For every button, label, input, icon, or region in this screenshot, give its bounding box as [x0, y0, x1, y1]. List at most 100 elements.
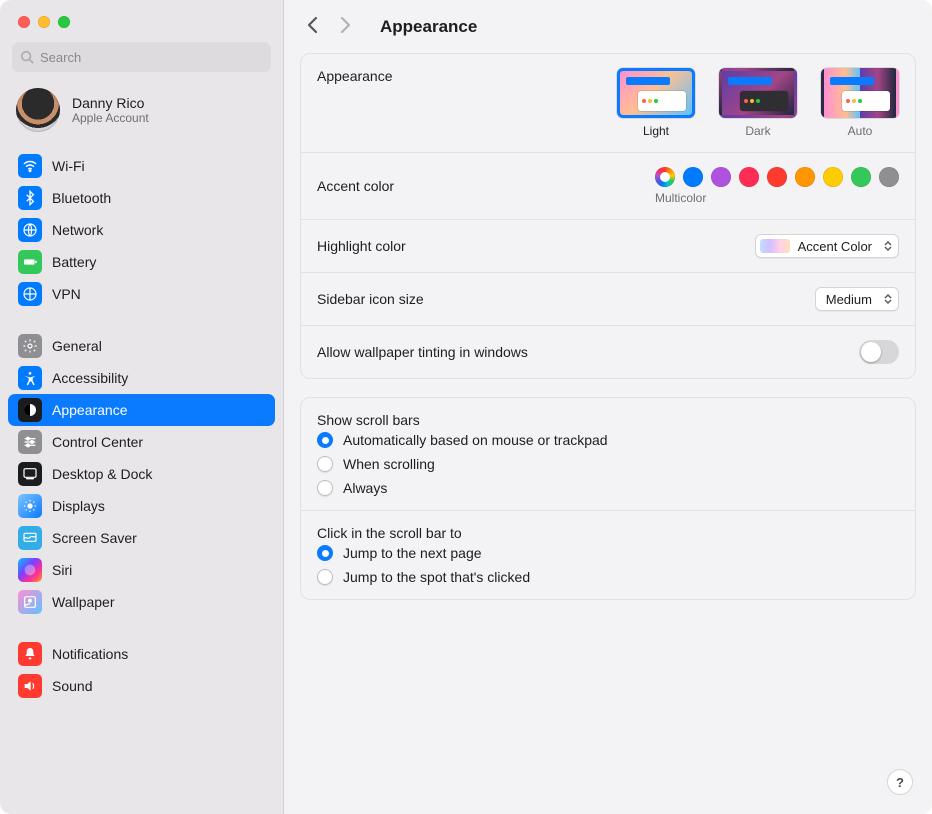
display-icon: [18, 494, 42, 518]
sidebar-item-siri[interactable]: Siri: [8, 554, 275, 586]
wallpaper-tinting-toggle[interactable]: [859, 340, 899, 364]
wallpaper-tinting-label: Allow wallpaper tinting in windows: [317, 344, 528, 360]
appearance-mode-auto[interactable]: Auto: [821, 68, 899, 138]
appearance-label: Appearance: [317, 68, 393, 84]
sidebar-item-label: Bluetooth: [52, 190, 111, 206]
scroll-click-label: Click in the scroll bar to: [317, 525, 899, 541]
sidebar-item-label: Notifications: [52, 646, 128, 662]
radio-label: Jump to the spot that's clicked: [343, 569, 530, 585]
scroll-bars-options-option[interactable]: Automatically based on mouse or trackpad: [317, 432, 899, 448]
sidebar-item-screen-saver[interactable]: Screen Saver: [8, 522, 275, 554]
sidebar-item-appearance[interactable]: Appearance: [8, 394, 275, 426]
accessibility-icon: [18, 366, 42, 390]
sidebar-item-sound[interactable]: Sound: [8, 670, 275, 702]
sidebar: Danny Rico Apple Account Wi-Fi Bluetooth N…: [0, 0, 284, 814]
topbar: Appearance: [284, 0, 932, 49]
accent-swatch-graphite[interactable]: [879, 167, 899, 187]
sidebar-item-battery[interactable]: Battery: [8, 246, 275, 278]
sidebar-item-label: Battery: [52, 254, 96, 270]
radio-dot-icon: [317, 432, 333, 448]
sidebar-item-displays[interactable]: Displays: [8, 490, 275, 522]
sidebar-item-network[interactable]: Network: [8, 214, 275, 246]
wallpaper-tinting-row: Allow wallpaper tinting in windows: [301, 326, 915, 378]
sidebar-item-label: Wallpaper: [52, 594, 115, 610]
appearance-thumb-icon: [617, 68, 695, 118]
accent-swatch-red[interactable]: [767, 167, 787, 187]
highlight-color-value: Accent Color: [798, 239, 872, 254]
window-close-button[interactable]: [18, 16, 30, 28]
accent-swatch-purple[interactable]: [711, 167, 731, 187]
sidebar-icon-size-row: Sidebar icon size Medium: [301, 273, 915, 326]
account-subtitle: Apple Account: [72, 111, 149, 125]
vpn-icon: [18, 282, 42, 306]
help-button[interactable]: ?: [888, 770, 912, 794]
sidebar-item-vpn[interactable]: VPN: [8, 278, 275, 310]
accent-selected-name: Multicolor: [655, 191, 706, 205]
appearance-mode-dark[interactable]: Dark: [719, 68, 797, 138]
sidebar-item-label: Displays: [52, 498, 105, 514]
bell-icon: [18, 642, 42, 666]
bluetooth-icon: [18, 186, 42, 210]
radio-label: Automatically based on mouse or trackpad: [343, 432, 608, 448]
sidebar-item-label: Desktop & Dock: [52, 466, 152, 482]
sidebar-icon-size-select[interactable]: Medium: [815, 287, 899, 311]
sidebar-item-accessibility[interactable]: Accessibility: [8, 362, 275, 394]
appearance-mode-label: Auto: [848, 124, 873, 138]
sidebar-item-bluetooth[interactable]: Bluetooth: [8, 182, 275, 214]
accent-color-label: Accent color: [317, 178, 394, 194]
search-input[interactable]: [40, 50, 263, 65]
dropdown-stepper-icon: [884, 294, 892, 304]
highlight-color-select[interactable]: Accent Color: [755, 234, 899, 258]
radio-label: Always: [343, 480, 387, 496]
dock-icon: [18, 462, 42, 486]
avatar: [16, 88, 60, 132]
sidebar-item-label: Sound: [52, 678, 92, 694]
accent-swatch-yellow[interactable]: [823, 167, 843, 187]
search-field[interactable]: [12, 42, 271, 72]
sidebar-item-label: Control Center: [52, 434, 143, 450]
radio-dot-icon: [317, 569, 333, 585]
appearance-thumb-icon: [719, 68, 797, 118]
scroll-bars-options-option[interactable]: Always: [317, 480, 899, 496]
nav-forward-button[interactable]: [338, 16, 352, 37]
sidebar-item-label: Wi-Fi: [52, 158, 85, 174]
accent-color-row: Accent color Multicolor: [301, 153, 915, 220]
scroll-panel: Show scroll bars Automatically based on …: [300, 397, 916, 600]
sidebar-item-label: Appearance: [52, 402, 128, 418]
appearance-mode-light[interactable]: Light: [617, 68, 695, 138]
gear-icon: [18, 334, 42, 358]
accent-swatch-pink[interactable]: [739, 167, 759, 187]
accent-swatch-green[interactable]: [851, 167, 871, 187]
scroll-bars-options-option[interactable]: When scrolling: [317, 456, 899, 472]
screensaver-icon: [18, 526, 42, 550]
scroll-bars-row: Show scroll bars Automatically based on …: [301, 398, 915, 511]
appearance-thumb-icon: [821, 68, 899, 118]
scroll-click-options-option[interactable]: Jump to the next page: [317, 545, 899, 561]
highlight-color-label: Highlight color: [317, 238, 406, 254]
sidebar-item-label: Screen Saver: [52, 530, 137, 546]
window-minimize-button[interactable]: [38, 16, 50, 28]
sidebar-item-control-center[interactable]: Control Center: [8, 426, 275, 458]
window-zoom-button[interactable]: [58, 16, 70, 28]
speaker-icon: [18, 674, 42, 698]
sidebar-item-notifications[interactable]: Notifications: [8, 638, 275, 670]
nav-back-button[interactable]: [306, 16, 320, 37]
scroll-click-options-option[interactable]: Jump to the spot that's clicked: [317, 569, 899, 585]
accent-swatch-blue[interactable]: [683, 167, 703, 187]
page-title: Appearance: [380, 17, 477, 37]
highlight-color-row: Highlight color Accent Color: [301, 220, 915, 273]
sidebar-item-desktop-dock[interactable]: Desktop & Dock: [8, 458, 275, 490]
radio-dot-icon: [317, 480, 333, 496]
sliders-icon: [18, 430, 42, 454]
accent-swatch-multicolor[interactable]: [655, 167, 675, 187]
sidebar-item-wi-fi[interactable]: Wi-Fi: [8, 150, 275, 182]
apple-account-row[interactable]: Danny Rico Apple Account: [0, 82, 283, 146]
dropdown-stepper-icon: [884, 241, 892, 251]
wifi-icon: [18, 154, 42, 178]
sidebar-item-general[interactable]: General: [8, 330, 275, 362]
sidebar-item-label: Siri: [52, 562, 72, 578]
search-icon: [20, 50, 34, 64]
sidebar-item-wallpaper[interactable]: Wallpaper: [8, 586, 275, 618]
accent-swatch-orange[interactable]: [795, 167, 815, 187]
sidebar-item-label: Network: [52, 222, 103, 238]
